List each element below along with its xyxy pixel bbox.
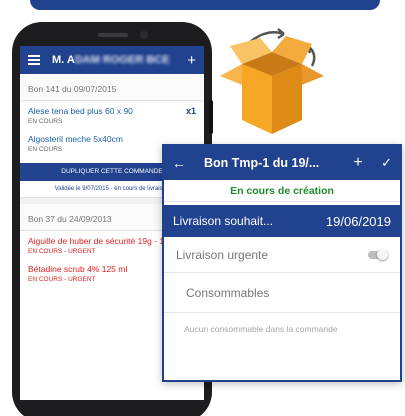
check-icon[interactable]: ✓ bbox=[370, 155, 392, 171]
panel-app-bar: ← Bon Tmp-1 du 19/... + ✓ bbox=[164, 146, 400, 180]
item-name: Alese tena bed plus 60 x 90 bbox=[28, 106, 133, 116]
order-header-141[interactable]: Bon 141 du 09/07/2015 bbox=[20, 74, 204, 101]
delivery-date-field[interactable]: Livraison souhait... 19/06/2019 bbox=[164, 205, 400, 237]
phone-speaker bbox=[98, 33, 128, 37]
plus-icon[interactable]: + bbox=[187, 53, 196, 68]
app-title: M. ADAM ROGER BCE bbox=[52, 54, 187, 66]
urgent-delivery-row: Livraison urgente bbox=[164, 237, 400, 273]
urgent-delivery-label: Livraison urgente bbox=[176, 247, 269, 262]
item-name: Algosteril meche 5x40cm bbox=[28, 134, 123, 144]
empty-consumables-text: Aucun consommable dans la commande bbox=[184, 324, 338, 334]
menu-icon[interactable] bbox=[28, 55, 40, 65]
app-title-visible: M. A bbox=[52, 54, 75, 66]
item-quantity: x1 bbox=[185, 106, 196, 116]
back-arrow-icon[interactable]: ← bbox=[172, 155, 194, 171]
open-box-icon bbox=[212, 24, 332, 144]
item-status: EN COURS bbox=[28, 118, 63, 125]
app-title-blurred: DAM ROGER BCE bbox=[74, 54, 170, 66]
delivery-date-value: 19/06/2019 bbox=[325, 213, 391, 229]
plus-icon[interactable]: + bbox=[346, 154, 370, 172]
urgent-delivery-toggle[interactable] bbox=[368, 248, 388, 260]
app-bar: M. ADAM ROGER BCE + bbox=[20, 46, 204, 74]
phone-camera bbox=[140, 31, 148, 39]
creation-status: En cours de création bbox=[164, 180, 400, 202]
list-item[interactable]: Alese tena bed plus 60 x 90 EN COURS x1 bbox=[20, 101, 204, 129]
delivery-date-label: Livraison souhait... bbox=[173, 214, 274, 228]
order-detail-panel: ← Bon Tmp-1 du 19/... + ✓ En cours de cr… bbox=[162, 144, 402, 382]
panel-title: Bon Tmp-1 du 19/... bbox=[204, 156, 320, 170]
top-banner bbox=[30, 0, 380, 10]
consumables-section[interactable]: Consommables bbox=[164, 273, 400, 313]
consumables-label: Consommables bbox=[186, 285, 270, 300]
toggle-knob bbox=[377, 248, 388, 260]
